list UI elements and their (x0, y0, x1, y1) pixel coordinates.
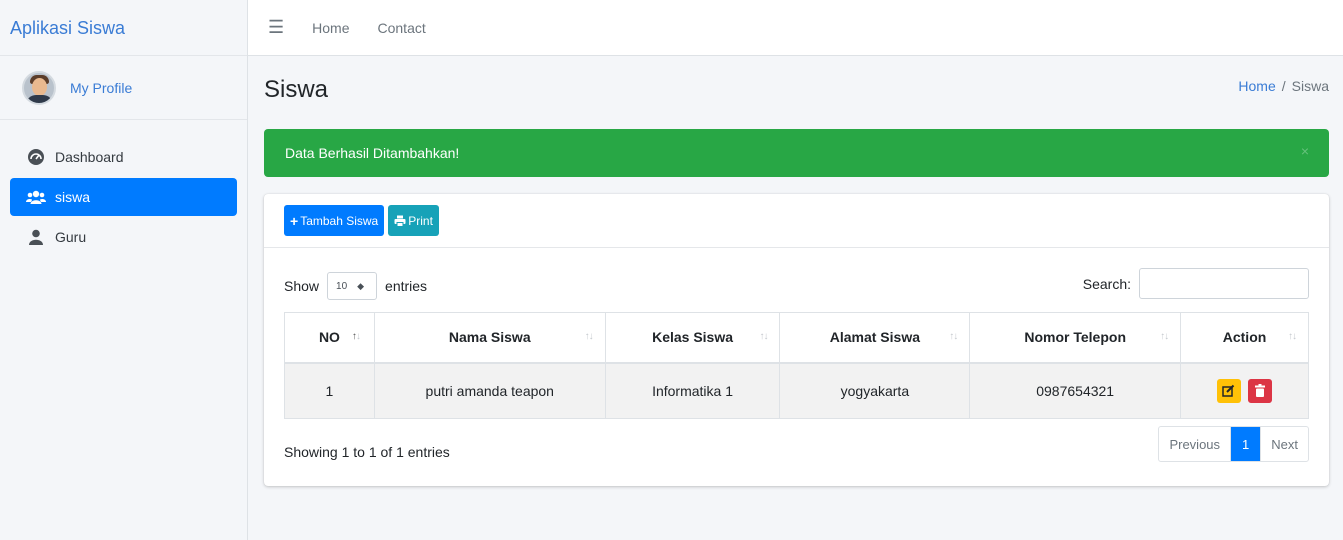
edit-button[interactable] (1216, 378, 1241, 403)
breadcrumb: Home / Siswa (1238, 78, 1329, 94)
sidebar-item-guru[interactable]: Guru (10, 218, 237, 256)
entries-label: entries (385, 278, 428, 294)
table-header-row: NO ↑↓ Nama Siswa ↑↓ Kelas Siswa ↑↓ Alamat S… (284, 312, 1309, 364)
trash-icon (1255, 384, 1266, 398)
delete-button[interactable] (1248, 378, 1273, 403)
pagination-page-1[interactable]: 1 (1230, 427, 1261, 461)
print-button[interactable]: Print (388, 205, 439, 236)
cell-telepon: 0987654321 (969, 362, 1182, 419)
close-icon[interactable]: × (1301, 143, 1309, 159)
column-label: Kelas Siswa (652, 329, 734, 346)
column-label: Nama Siswa (448, 329, 531, 346)
plus-icon: + (290, 212, 299, 229)
cell-no: 1 (284, 362, 375, 419)
column-label: NO (318, 329, 340, 346)
column-header-no[interactable]: NO ↑↓ (284, 312, 375, 364)
sort-icon: ↑↓ (1160, 331, 1169, 342)
brand-link[interactable]: Aplikasi Siswa (0, 0, 247, 56)
sort-icon: ↑↓ (949, 331, 958, 342)
dashboard-icon (25, 148, 47, 166)
column-header-kelas[interactable]: Kelas Siswa ↑↓ (604, 312, 781, 364)
sidebar: Aplikasi Siswa My Profile Dashboard sisw… (0, 0, 248, 540)
avatar[interactable] (22, 70, 56, 105)
siswa-card: + Tambah Siswa Print Show 10 ◆ entries Se… (264, 194, 1329, 486)
search-control: Search: (1083, 268, 1309, 299)
search-input[interactable] (1139, 268, 1309, 299)
success-alert: Data Berhasil Ditambahkan! × (264, 129, 1329, 177)
sort-icon: ↑↓ (584, 331, 594, 342)
entries-control: Show 10 ◆ entries (284, 272, 427, 300)
cell-kelas: Informatika 1 (604, 362, 781, 419)
add-siswa-label: Tambah Siswa (300, 213, 379, 228)
hamburger-icon[interactable]: ☰ (268, 17, 284, 38)
sort-icon: ↑↓ (351, 331, 361, 342)
sidebar-item-label: Guru (55, 229, 87, 245)
breadcrumb-current: Siswa (1291, 78, 1329, 94)
breadcrumb-separator: / (1281, 78, 1286, 94)
sort-icon: ↑↓ (1288, 331, 1297, 342)
add-siswa-button[interactable]: + Tambah Siswa (284, 205, 385, 236)
entries-select[interactable]: 10 ◆ (327, 272, 378, 300)
print-label: Print (408, 213, 433, 228)
table-row: 1 putri amanda teapon Informatika 1 yogy… (284, 362, 1309, 419)
card-header: + Tambah Siswa Print (264, 194, 1329, 248)
edit-icon (1222, 385, 1235, 397)
column-header-action[interactable]: Action ↑↓ (1180, 312, 1309, 364)
alert-message: Data Berhasil Ditambahkan! (285, 145, 460, 161)
cell-action (1180, 362, 1309, 419)
page-title: Siswa (264, 76, 329, 103)
breadcrumb-home-link[interactable]: Home (1238, 78, 1275, 94)
cell-nama: putri amanda teapon (373, 362, 606, 419)
column-label: Alamat Siswa (829, 329, 920, 346)
select-caret-icon: ◆ (357, 280, 365, 291)
my-profile-link[interactable]: My Profile (70, 80, 132, 96)
user-icon (25, 229, 47, 245)
column-label: Action (1222, 329, 1267, 346)
sidebar-nav: Dashboard siswa Guru (0, 120, 247, 256)
show-label: Show (284, 278, 320, 294)
nav-contact-link[interactable]: Contact (378, 20, 426, 36)
entries-value: 10 (336, 280, 348, 292)
pagination-previous[interactable]: Previous (1159, 427, 1230, 461)
search-label: Search: (1082, 275, 1131, 292)
nav-home-link[interactable]: Home (312, 20, 349, 36)
sidebar-item-siswa[interactable]: siswa (10, 178, 237, 216)
top-navbar: ☰ Home Contact (248, 0, 1343, 56)
column-header-nama[interactable]: Nama Siswa ↑↓ (373, 312, 606, 364)
column-label: Nomor Telepon (1024, 329, 1126, 346)
siswa-table: NO ↑↓ Nama Siswa ↑↓ Kelas Siswa ↑↓ Alamat S… (284, 312, 1309, 419)
table-info: Showing 1 to 1 of 1 entries (284, 444, 450, 460)
sidebar-item-label: Dashboard (55, 149, 124, 165)
cell-alamat: yogyakarta (779, 362, 971, 419)
print-icon (394, 215, 406, 227)
column-header-telepon[interactable]: Nomor Telepon ↑↓ (969, 312, 1182, 364)
sidebar-item-dashboard[interactable]: Dashboard (10, 138, 237, 176)
pagination: Previous 1 Next (1158, 426, 1309, 462)
pagination-next[interactable]: Next (1260, 427, 1308, 461)
users-icon (25, 189, 47, 205)
sidebar-item-label: siswa (55, 189, 91, 205)
sort-icon: ↑↓ (759, 331, 768, 342)
column-header-alamat[interactable]: Alamat Siswa ↑↓ (779, 312, 971, 364)
user-panel: My Profile (0, 56, 247, 120)
